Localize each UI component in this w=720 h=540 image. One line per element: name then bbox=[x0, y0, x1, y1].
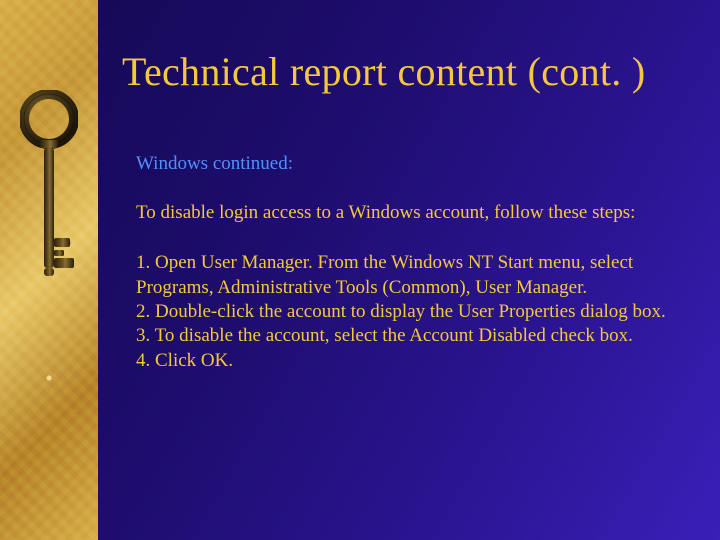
subheading: Windows continued: bbox=[136, 153, 680, 175]
sidebar-texture bbox=[0, 0, 98, 540]
slide-title: Technical report content (cont. ) bbox=[122, 48, 680, 95]
key-icon bbox=[20, 90, 78, 300]
intro-text: To disable login access to a Windows acc… bbox=[136, 201, 680, 225]
step-item: 2. Double-click the account to display t… bbox=[136, 300, 680, 324]
step-item: 3. To disable the account, select the Ac… bbox=[136, 324, 680, 348]
slide: Technical report content (cont. ) Window… bbox=[0, 0, 720, 540]
steps-list: 1. Open User Manager. From the Windows N… bbox=[136, 251, 680, 373]
step-item: 1. Open User Manager. From the Windows N… bbox=[136, 251, 680, 300]
content-area: Technical report content (cont. ) Window… bbox=[98, 0, 720, 540]
step-item: 4. Click OK. bbox=[136, 349, 680, 373]
